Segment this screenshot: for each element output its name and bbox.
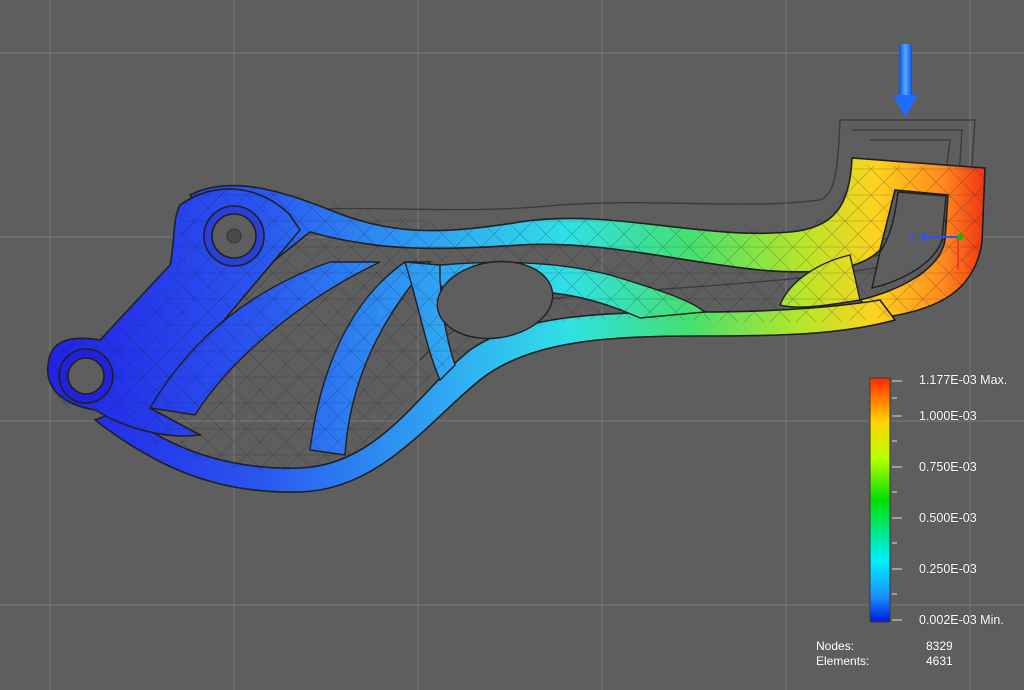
mesh-stats: Nodes: 8329 Elements: 4631	[816, 639, 956, 669]
model-viewport[interactable]: Z	[0, 0, 1024, 690]
legend-tick-label: 0.750E-03	[919, 460, 977, 474]
deformed-bracket-part[interactable]	[40, 150, 1000, 500]
triad-z-label: Z	[909, 232, 916, 244]
elements-value: 4631	[926, 654, 953, 668]
legend-max-label: 1.177E-03 Max.	[919, 373, 1008, 387]
elements-row: Elements: 4631	[816, 654, 956, 669]
legend-tick-label: 1.000E-03	[919, 409, 977, 423]
load-arrow-icon[interactable]	[893, 44, 918, 117]
elements-label: Elements:	[816, 654, 870, 668]
nodes-label: Nodes:	[816, 639, 855, 653]
nodes-row: Nodes: 8329	[816, 639, 956, 654]
nodes-value: 8329	[926, 639, 953, 653]
result-legend	[869, 377, 902, 623]
legend-tick-label: 0.250E-03	[919, 562, 977, 576]
legend-tick-label: 0.500E-03	[919, 511, 977, 525]
legend-min-label: 0.002E-03 Min.	[919, 613, 1004, 627]
